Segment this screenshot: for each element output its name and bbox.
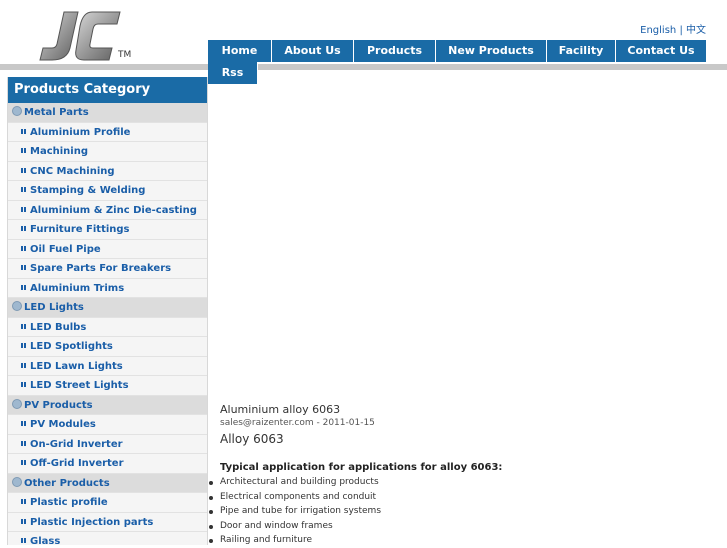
- sidebar-item-label: Stamping & Welding: [30, 185, 146, 196]
- sidebar-item-label: Other Products: [24, 477, 110, 489]
- group-circle-icon: [12, 106, 22, 116]
- bullet-icon: [21, 128, 26, 134]
- sidebar-item[interactable]: Plastic profile: [8, 493, 207, 513]
- sidebar-group[interactable]: Other Products: [8, 473, 207, 493]
- sidebar-item[interactable]: On-Grid Inverter: [8, 434, 207, 454]
- sidebar-item[interactable]: LED Spotlights: [8, 337, 207, 357]
- sidebar-item-label: LED Bulbs: [30, 321, 87, 333]
- nav-products[interactable]: Products: [354, 40, 436, 62]
- application-list: Architectural and building products Elec…: [207, 475, 720, 548]
- language-selector: English | 中文: [640, 21, 706, 36]
- sidebar-item-label: LED Spotlights: [30, 341, 113, 352]
- sidebar-item[interactable]: Glass: [8, 532, 207, 545]
- bullet-icon: [21, 284, 26, 290]
- sidebar-item-label: Furniture Fittings: [30, 224, 130, 235]
- sidebar-item-label: Aluminium & Zinc Die-casting: [30, 204, 197, 216]
- group-circle-icon: [12, 398, 22, 409]
- nav-rss[interactable]: Rss: [208, 62, 258, 84]
- nav-about-us[interactable]: About Us: [272, 40, 354, 62]
- sidebar-item[interactable]: Aluminium & Zinc Die-casting: [8, 200, 207, 220]
- products-category-sidebar: Products Category Metal Parts Aluminium P…: [7, 77, 208, 545]
- sidebar-item[interactable]: Spare Parts For Breakers: [8, 259, 207, 279]
- bullet-icon: [21, 265, 26, 270]
- sidebar-item[interactable]: LED Bulbs: [8, 317, 207, 337]
- bullet-icon: [21, 538, 26, 543]
- sidebar-item[interactable]: LED Lawn Lights: [8, 356, 207, 376]
- nav-contact-us[interactable]: Contact Us: [616, 40, 707, 62]
- sidebar-item-label: CNC Machining: [30, 165, 115, 177]
- article-title: Aluminium alloy 6063: [220, 403, 341, 416]
- svg-text:TM: TM: [117, 50, 131, 60]
- sidebar-item-label: Metal Parts: [24, 107, 89, 118]
- sidebar-item-label: LED Lights: [24, 302, 84, 313]
- sidebar-item[interactable]: Aluminium Profile: [8, 122, 207, 142]
- list-item: Electrical components and conduit: [209, 490, 720, 505]
- sidebar-item[interactable]: Furniture Fittings: [8, 220, 207, 240]
- sidebar-item-label: Machining: [30, 146, 88, 157]
- nav-home[interactable]: Home: [208, 40, 272, 62]
- article: Aluminium alloy 6063 sales@raizenter.com…: [209, 403, 720, 548]
- sidebar-item-label: PV Modules: [30, 419, 96, 430]
- lang-chinese-link[interactable]: 中文: [686, 25, 706, 36]
- bullet-icon: [21, 245, 26, 251]
- sidebar-item[interactable]: LED Street Lights: [8, 376, 207, 396]
- bullet-icon: [21, 206, 26, 212]
- bullet-icon: [21, 187, 26, 192]
- sidebar-item[interactable]: Aluminium Trims: [8, 278, 207, 298]
- sidebar-item[interactable]: CNC Machining: [8, 161, 207, 181]
- category-list: Metal Parts Aluminium Profile Machining CNC…: [8, 103, 207, 545]
- bullet-icon: [21, 362, 26, 368]
- list-item: Pipe and tube for irrigation systems: [209, 504, 720, 519]
- sidebar-group[interactable]: PV Products: [8, 395, 207, 415]
- bullet-icon: [21, 323, 26, 329]
- sidebar-item-label: Aluminium Trims: [30, 282, 125, 294]
- bullet-icon: [21, 148, 26, 153]
- company-logo[interactable]: TM: [34, 4, 154, 64]
- bullet-icon: [21, 343, 26, 348]
- lang-separator: |: [679, 25, 683, 36]
- list-item: Door and window frames: [209, 519, 720, 534]
- sidebar-item[interactable]: Stamping & Welding: [8, 181, 207, 201]
- sidebar-title: Products Category: [8, 77, 207, 103]
- list-item: Railing and furniture: [209, 533, 720, 548]
- group-circle-icon: [12, 301, 22, 311]
- sidebar-item-label: Spare Parts For Breakers: [30, 263, 172, 274]
- bullet-icon: [21, 518, 26, 524]
- sidebar-item[interactable]: PV Modules: [8, 415, 207, 435]
- group-circle-icon: [12, 476, 22, 487]
- sidebar-item-label: Plastic profile: [30, 497, 108, 508]
- lang-english-link[interactable]: English: [640, 25, 676, 36]
- nav-new-products[interactable]: New Products: [436, 40, 547, 62]
- sidebar-item[interactable]: Plastic Injection parts: [8, 512, 207, 532]
- bullet-icon: [21, 440, 26, 446]
- article-lead: Typical application for applications for…: [220, 462, 503, 473]
- sidebar-item-label: On-Grid Inverter: [30, 438, 123, 450]
- bullet-icon: [21, 460, 26, 465]
- article-heading: Alloy 6063: [220, 432, 284, 446]
- sidebar-item-label: Plastic Injection parts: [30, 516, 154, 528]
- sidebar-group[interactable]: Metal Parts: [8, 103, 207, 123]
- sidebar-item-label: LED Lawn Lights: [30, 360, 123, 372]
- sidebar-item[interactable]: Machining: [8, 142, 207, 162]
- sidebar-item[interactable]: Oil Fuel Pipe: [8, 239, 207, 259]
- sidebar-item[interactable]: Off-Grid Inverter: [8, 454, 207, 474]
- sidebar-item-label: LED Street Lights: [30, 380, 129, 391]
- list-item: Architectural and building products: [209, 475, 720, 490]
- sidebar-item-label: Off-Grid Inverter: [30, 458, 124, 469]
- bullet-icon: [21, 226, 26, 231]
- bullet-icon: [21, 167, 26, 173]
- nav-facility[interactable]: Facility: [547, 40, 616, 62]
- sidebar-item-label: Oil Fuel Pipe: [30, 243, 101, 255]
- article-meta: sales@raizenter.com - 2011-01-15: [220, 418, 375, 428]
- sidebar-item-label: PV Products: [24, 399, 93, 411]
- bullet-icon: [21, 499, 26, 504]
- bullet-icon: [21, 382, 26, 387]
- sidebar-group[interactable]: LED Lights: [8, 298, 207, 318]
- sidebar-item-label: Glass: [30, 536, 61, 545]
- bullet-icon: [21, 421, 26, 426]
- header-divider: [0, 64, 727, 70]
- sidebar-item-label: Aluminium Profile: [30, 126, 131, 138]
